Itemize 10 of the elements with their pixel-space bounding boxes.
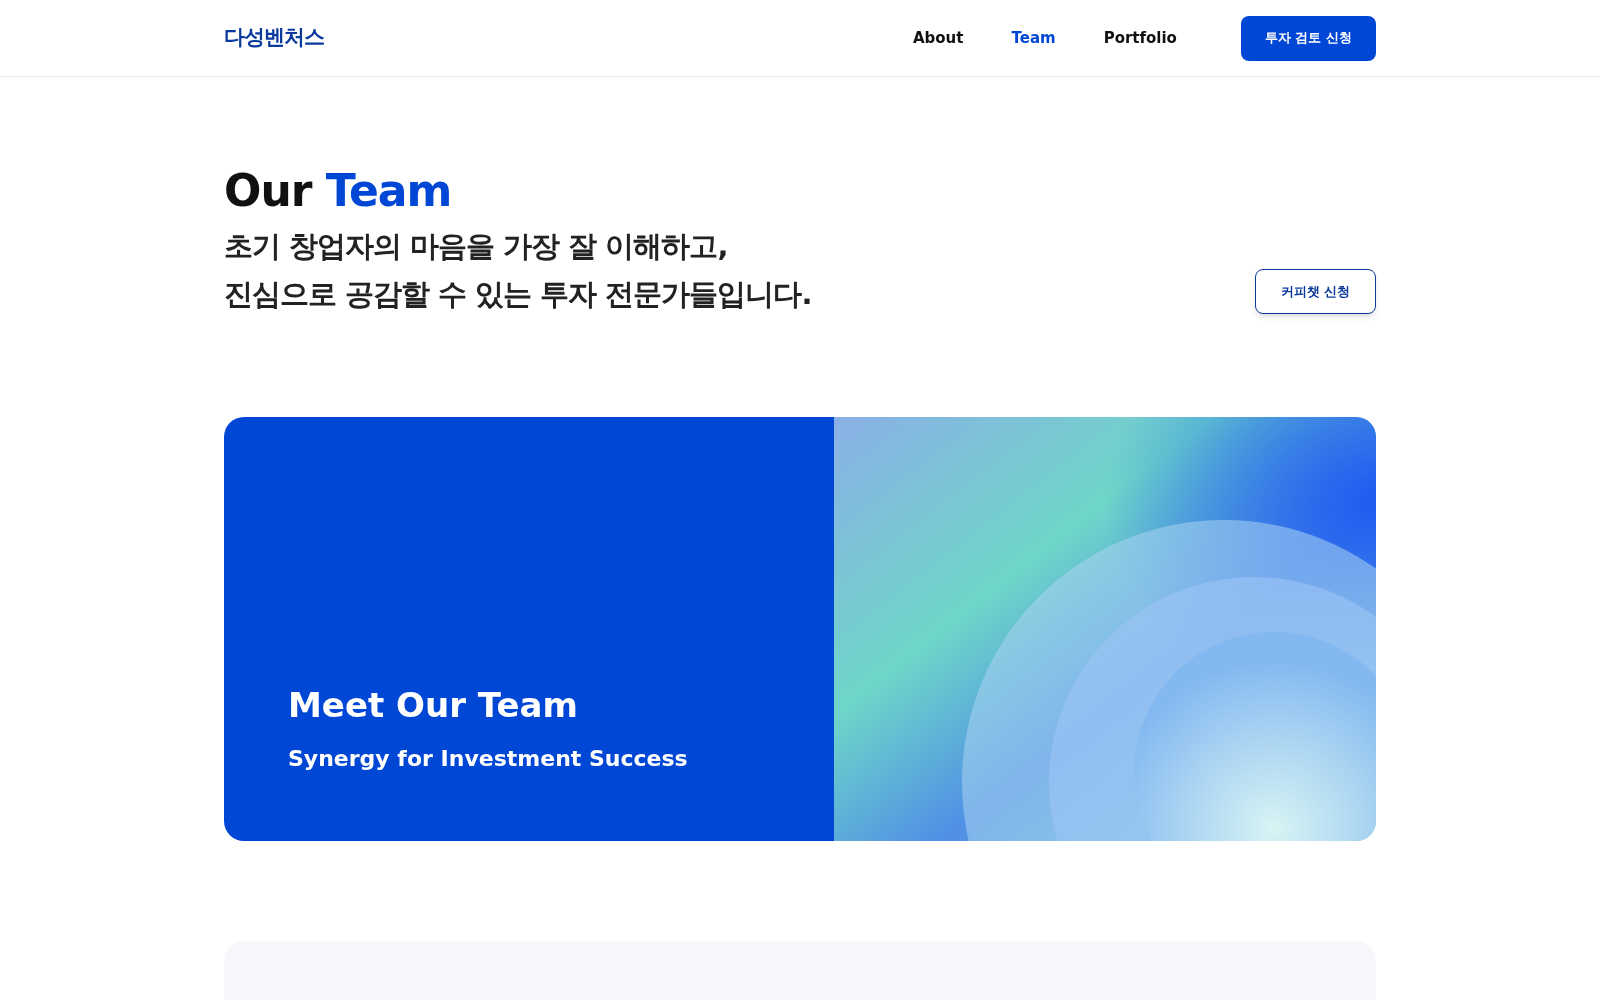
- banner-subtitle: Synergy for Investment Success: [288, 744, 689, 773]
- page-heading: Our Team: [224, 165, 453, 218]
- nav-link[interactable]: About: [912, 26, 964, 50]
- coffee-chat-button[interactable]: 커피챗 신청: [1255, 268, 1376, 314]
- investment-review-button[interactable]: 투자 검토 신청: [1240, 15, 1376, 61]
- nav-link[interactable]: Portfolio: [1103, 26, 1177, 50]
- logo[interactable]: 다성벤처스: [224, 22, 324, 54]
- nav-link[interactable]: Team: [1011, 26, 1056, 50]
- banner-title: Meet Our Team: [288, 685, 579, 726]
- intro-subtitle: 초기 창업자의 마음을 가장 잘 이해하고, 진심으로 공감할 수 있는 투자 전문가들입니다.: [224, 227, 812, 313]
